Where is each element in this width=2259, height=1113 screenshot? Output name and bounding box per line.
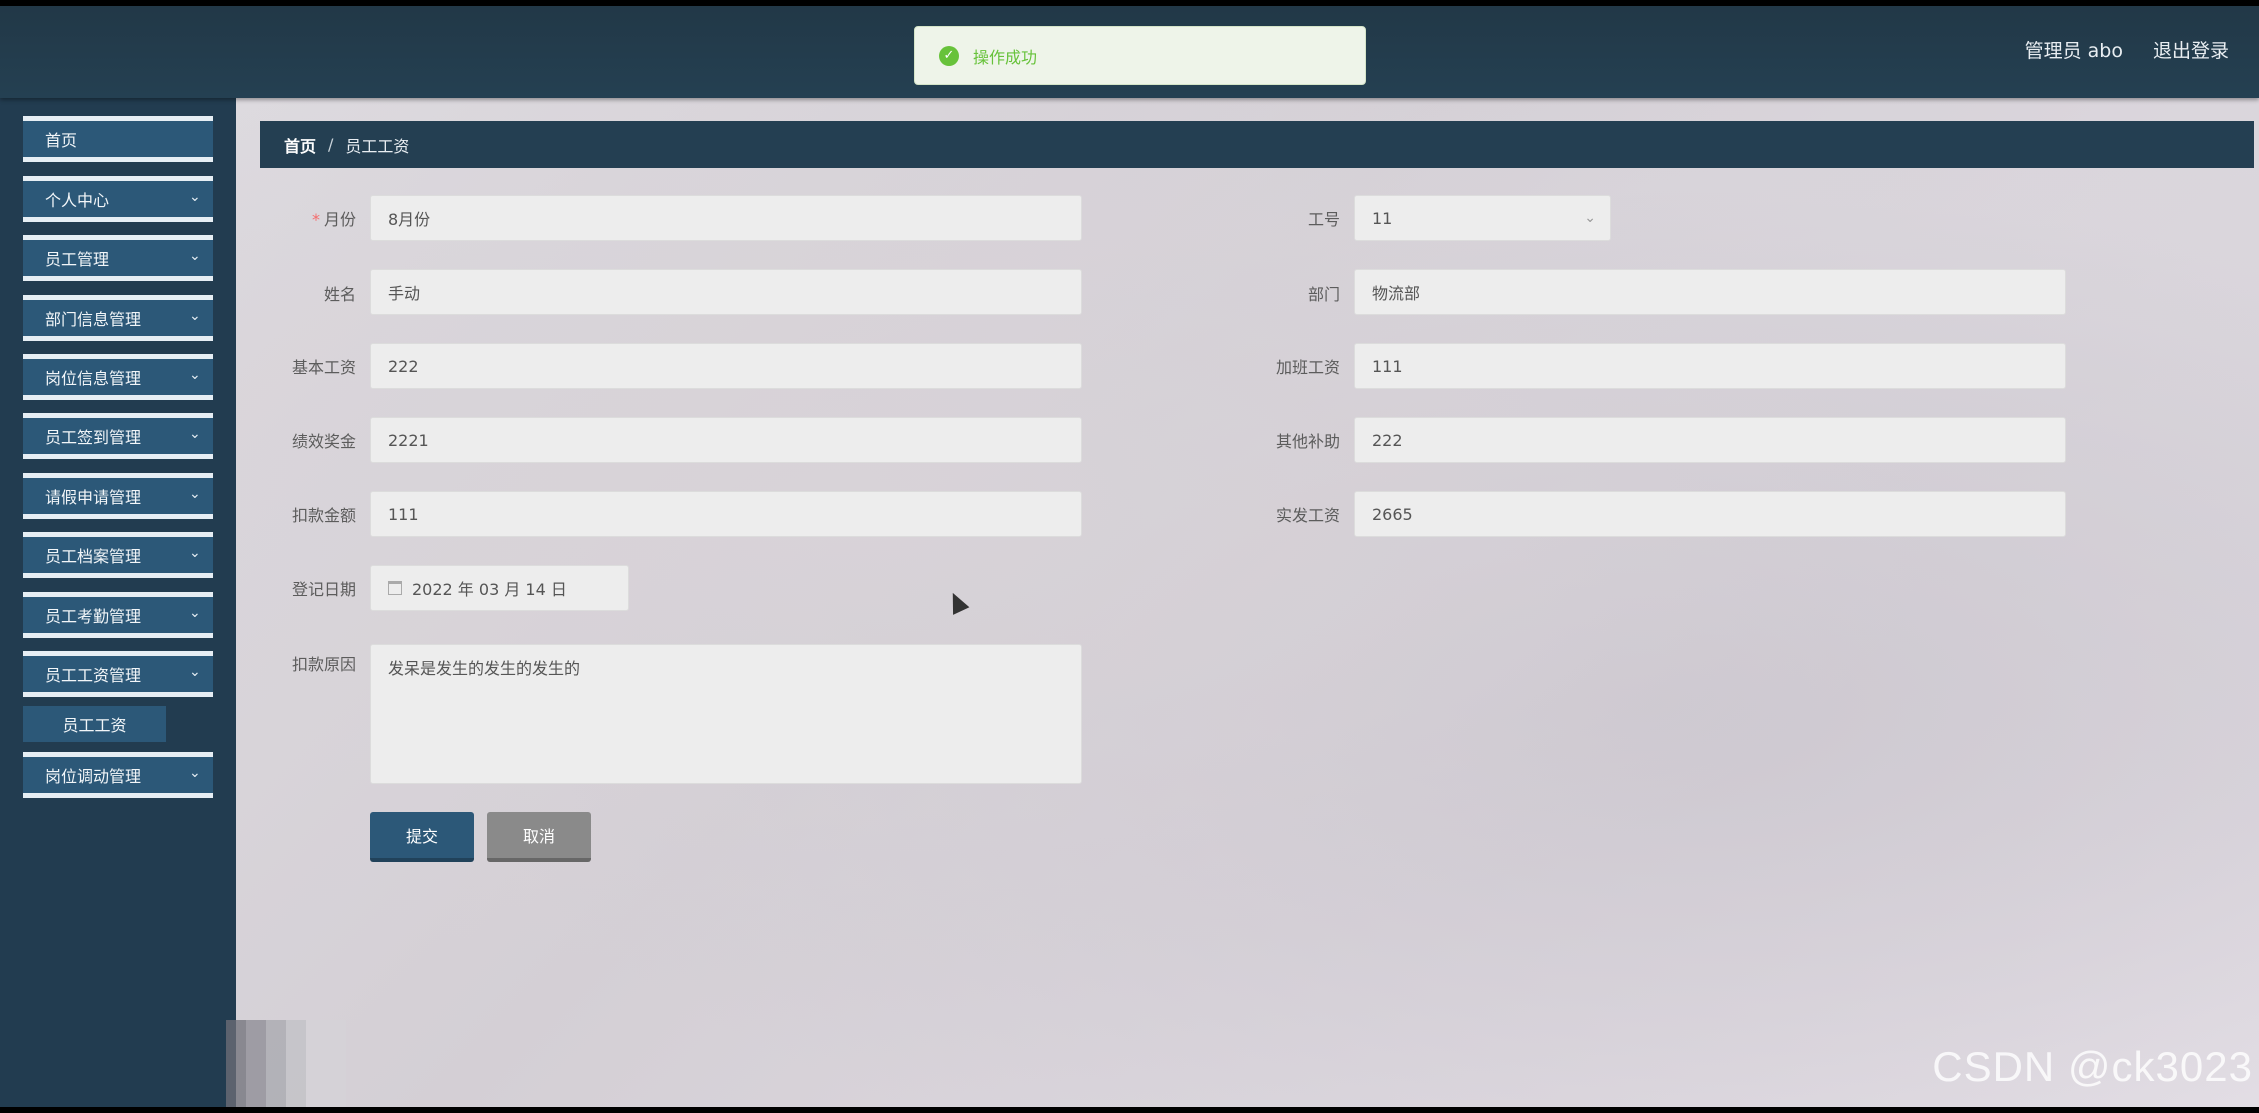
sidebar-item-label: 部门信息管理 [45,310,142,329]
toast-message: 操作成功 [973,47,1038,67]
success-toast: ✓ 操作成功 [914,26,1366,85]
net-salary-input[interactable]: 2665 [1354,491,2066,537]
month-label: * 月份 [311,210,356,229]
sidebar-item-personal-center[interactable]: 个人中心 ⌄ [23,176,213,222]
chevron-down-icon: ⌄ [189,308,201,324]
chevron-down-icon: ⌄ [189,367,201,383]
chevron-down-icon: ⌄ [189,545,201,561]
submit-button[interactable]: 提交 [370,812,474,862]
sidebar-item-department-info[interactable]: 部门信息管理 ⌄ [23,295,213,341]
required-asterisk: * [311,210,320,229]
breadcrumb-current: 员工工资 [345,136,410,156]
cancel-button[interactable]: 取消 [487,812,591,862]
sidebar-item-checkin[interactable]: 员工签到管理 ⌄ [23,413,213,459]
sidebar-item-label: 员工工资管理 [45,666,142,685]
chevron-down-icon: ⌄ [189,605,201,621]
sidebar-item-label: 员工档案管理 [45,547,142,566]
breadcrumb-home[interactable]: 首页 [284,133,316,157]
emp-no-value: 11 [1372,208,1393,228]
dept-label: 部门 [1307,285,1340,304]
deduction-label: 扣款金额 [291,506,356,525]
sidebar-item-label: 员工签到管理 [45,428,142,447]
breadcrumb: 首页 / 员工工资 [260,121,2254,168]
bonus-label: 绩效奖金 [291,432,356,451]
sidebar-item-position-info[interactable]: 岗位信息管理 ⌄ [23,354,213,400]
reg-date-picker[interactable]: 2022 年 03 月 14 日 [370,565,629,611]
sidebar-subitem-salary[interactable]: 员工工资 [23,706,166,742]
sidebar-item-label: 岗位调动管理 [45,767,142,786]
sidebar-item-salary[interactable]: 员工工资管理 ⌄ [23,651,213,697]
watermark: CSDN @ck3023 [1932,1043,2253,1090]
pixelated-region [226,1020,426,1107]
logout-link[interactable]: 退出登录 [2153,36,2229,63]
overtime-input[interactable]: 111 [1354,343,2066,389]
chevron-down-icon: ⌄ [189,486,201,502]
sidebar-item-employee-management[interactable]: 员工管理 ⌄ [23,235,213,281]
sidebar-item-attendance[interactable]: 员工考勤管理 ⌄ [23,592,213,638]
sidebar-item-archive[interactable]: 员工档案管理 ⌄ [23,532,213,578]
sidebar-item-label: 岗位信息管理 [45,369,142,388]
sidebar-item-leave[interactable]: 请假申请管理 ⌄ [23,473,213,519]
user-area: 管理员 abo 退出登录 [2025,36,2229,63]
name-label: 姓名 [323,285,356,304]
chevron-down-icon: ⌄ [189,765,201,781]
calendar-icon [388,581,402,595]
dept-input[interactable]: 物流部 [1354,269,2066,315]
deduct-reason-label: 扣款原因 [291,655,356,674]
chevron-down-icon: ⌄ [189,189,201,205]
overtime-label: 加班工资 [1275,358,1340,377]
allowance-label: 其他补助 [1275,432,1340,451]
chevron-down-icon: ⌄ [189,248,201,264]
sidebar-item-transfer[interactable]: 岗位调动管理 ⌄ [23,752,213,798]
sidebar-subitem-label: 员工工资 [62,716,127,735]
sidebar-item-label: 首页 [45,131,78,150]
bonus-input[interactable]: 2221 [370,417,1082,463]
emp-no-label: 工号 [1307,210,1340,229]
breadcrumb-separator: / [328,135,334,154]
sidebar-item-home[interactable]: 首页 [23,116,213,162]
chevron-down-icon: ⌄ [189,426,201,442]
deduct-reason-textarea[interactable]: 发呆是发生的发生的发生的 [370,644,1082,784]
check-circle-icon: ✓ [939,45,959,66]
chevron-down-icon: ⌄ [189,664,201,680]
sidebar-item-label: 请假申请管理 [45,488,142,507]
reg-date-value: 2022 年 03 月 14 日 [412,580,567,599]
allowance-input[interactable]: 222 [1354,417,2066,463]
sidebar-item-label: 员工管理 [45,250,110,269]
sidebar-item-label: 员工考勤管理 [45,607,142,626]
name-input[interactable]: 手动 [370,269,1082,315]
base-salary-label: 基本工资 [291,358,356,377]
app-frame: 管理员 abo 退出登录 ✓ 操作成功 首页 个人中心 ⌄ 员工管理 ⌄ 部门信… [0,6,2259,1107]
net-salary-label: 实发工资 [1275,506,1340,525]
user-label: 管理员 abo [2024,40,2123,62]
chevron-down-icon: ⌄ [1584,210,1596,226]
emp-no-select[interactable]: 11 ⌄ [1354,195,1611,241]
base-salary-input[interactable]: 222 [370,343,1082,389]
deduction-input[interactable]: 111 [370,491,1082,537]
month-input[interactable]: 8月份 [370,195,1082,241]
sidebar-item-label: 个人中心 [45,191,110,210]
reg-date-label: 登记日期 [291,580,356,599]
